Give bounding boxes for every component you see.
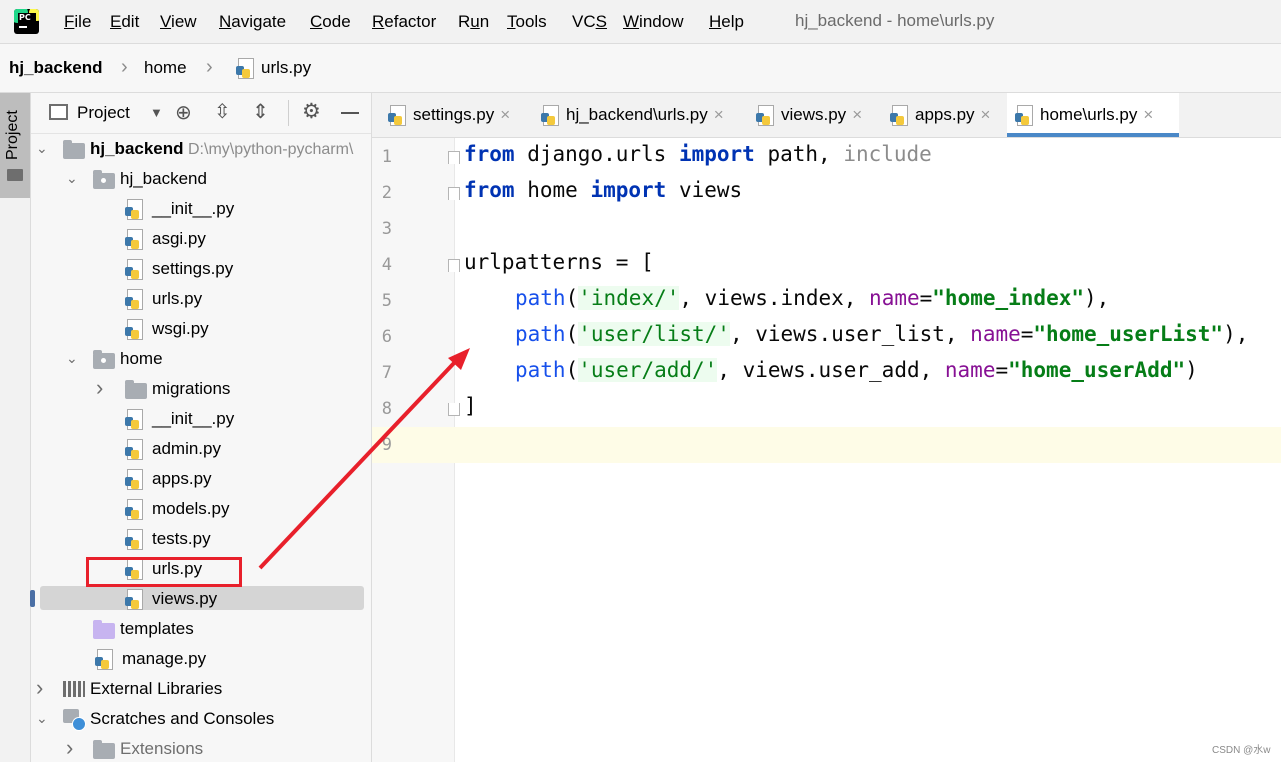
annotation-arrow (258, 348, 470, 570)
watermark: CSDN @水w (1212, 745, 1271, 756)
